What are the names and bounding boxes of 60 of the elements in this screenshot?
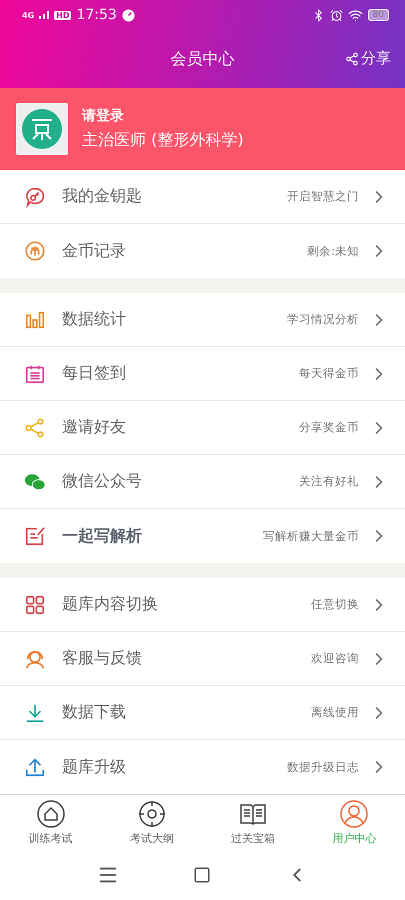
menu-item[interactable]: 金币记录 剩余:未知 — [0, 224, 405, 278]
menu-item-hint: 开启智慧之门 — [287, 189, 359, 204]
gauge-icon — [122, 8, 135, 22]
menu-item-label: 客服与反馈 — [62, 648, 143, 669]
menu-item-hint: 剩余:未知 — [307, 244, 359, 258]
menu-item-label: 邀请好友 — [62, 417, 127, 438]
tab-item[interactable]: 考试大纲 — [101, 795, 202, 850]
hd-badge: HD — [54, 10, 72, 20]
crosshair-icon — [138, 800, 166, 828]
menu-item[interactable]: 数据下载 离线使用 — [0, 686, 405, 740]
menu-item-hint: 学习情况分析 — [287, 312, 359, 327]
signal-icon — [39, 11, 50, 19]
menu-item-label: 金币记录 — [62, 240, 127, 262]
page-title: 会员中心 — [170, 48, 234, 70]
user-icon — [340, 800, 368, 828]
menu-item[interactable]: 一起写解析 写解析赚大量金币 — [0, 509, 405, 563]
menu-item-label: 我的金钥匙 — [62, 186, 143, 207]
share-button[interactable]: 分享 — [345, 49, 391, 68]
upload-icon — [24, 756, 46, 778]
menu-item-label: 数据下载 — [62, 702, 127, 723]
menu-item[interactable]: 题库内容切换 任意切换 — [0, 578, 405, 632]
wifi-icon — [348, 8, 363, 22]
share-icon — [24, 416, 46, 438]
menu-item-hint: 数据升级日志 — [287, 760, 359, 774]
menu-item-hint: 写解析赚大量金币 — [263, 528, 359, 544]
menu-item-hint: 欢迎咨询 — [311, 651, 359, 666]
menu-item-hint: 离线使用 — [311, 705, 359, 720]
network-label: 4G — [22, 10, 34, 20]
menu-item-label: 一起写解析 — [62, 526, 143, 546]
menu-item-label: 每日签到 — [62, 363, 127, 384]
alarm-icon — [330, 8, 343, 22]
menu-item-label: 微信公众号 — [62, 471, 143, 492]
menu-item[interactable]: 数据统计 学习情况分析 — [0, 293, 405, 347]
login-link[interactable]: 请登录 — [82, 107, 244, 125]
profile-subtitle: 主治医师 (整形外科学) — [82, 130, 244, 151]
menu-item-hint: 每天得金币 — [299, 366, 359, 381]
menu-item-hint: 任意切换 — [311, 597, 359, 612]
menu-item[interactable]: 题库升级 数据升级日志 — [0, 740, 405, 794]
grid-icon — [24, 594, 46, 616]
home-icon — [36, 800, 65, 828]
menu-item[interactable]: 微信公众号 关注有好礼 — [0, 455, 405, 509]
menu-item[interactable]: 每日签到 每天得金币 — [0, 347, 405, 401]
menu-item[interactable]: 邀请好友 分享奖金币 — [0, 401, 405, 455]
share-icon — [345, 52, 359, 66]
menu-item-hint: 分享奖金币 — [299, 420, 359, 435]
tab-item[interactable]: 过关宝箱 — [202, 795, 304, 850]
home-square-icon[interactable] — [193, 866, 212, 884]
menu-item[interactable]: 我的金钥匙 开启智慧之门 — [0, 170, 405, 224]
coin-icon — [24, 240, 46, 262]
battery-level: 80 — [368, 9, 389, 21]
app-logo — [16, 103, 68, 155]
menu-item[interactable]: 客服与反馈 欢迎咨询 — [0, 632, 405, 686]
menu-item-label: 题库内容切换 — [62, 594, 159, 615]
edit-icon — [24, 525, 46, 547]
menu-item-label: 题库升级 — [62, 756, 127, 778]
key-chat-icon — [24, 186, 46, 208]
menu-item-label: 数据统计 — [62, 309, 127, 330]
clock-time: 17:53 — [76, 7, 117, 23]
tab-item[interactable]: 训练考试 — [0, 795, 102, 850]
menu-item-hint: 关注有好礼 — [299, 474, 359, 489]
